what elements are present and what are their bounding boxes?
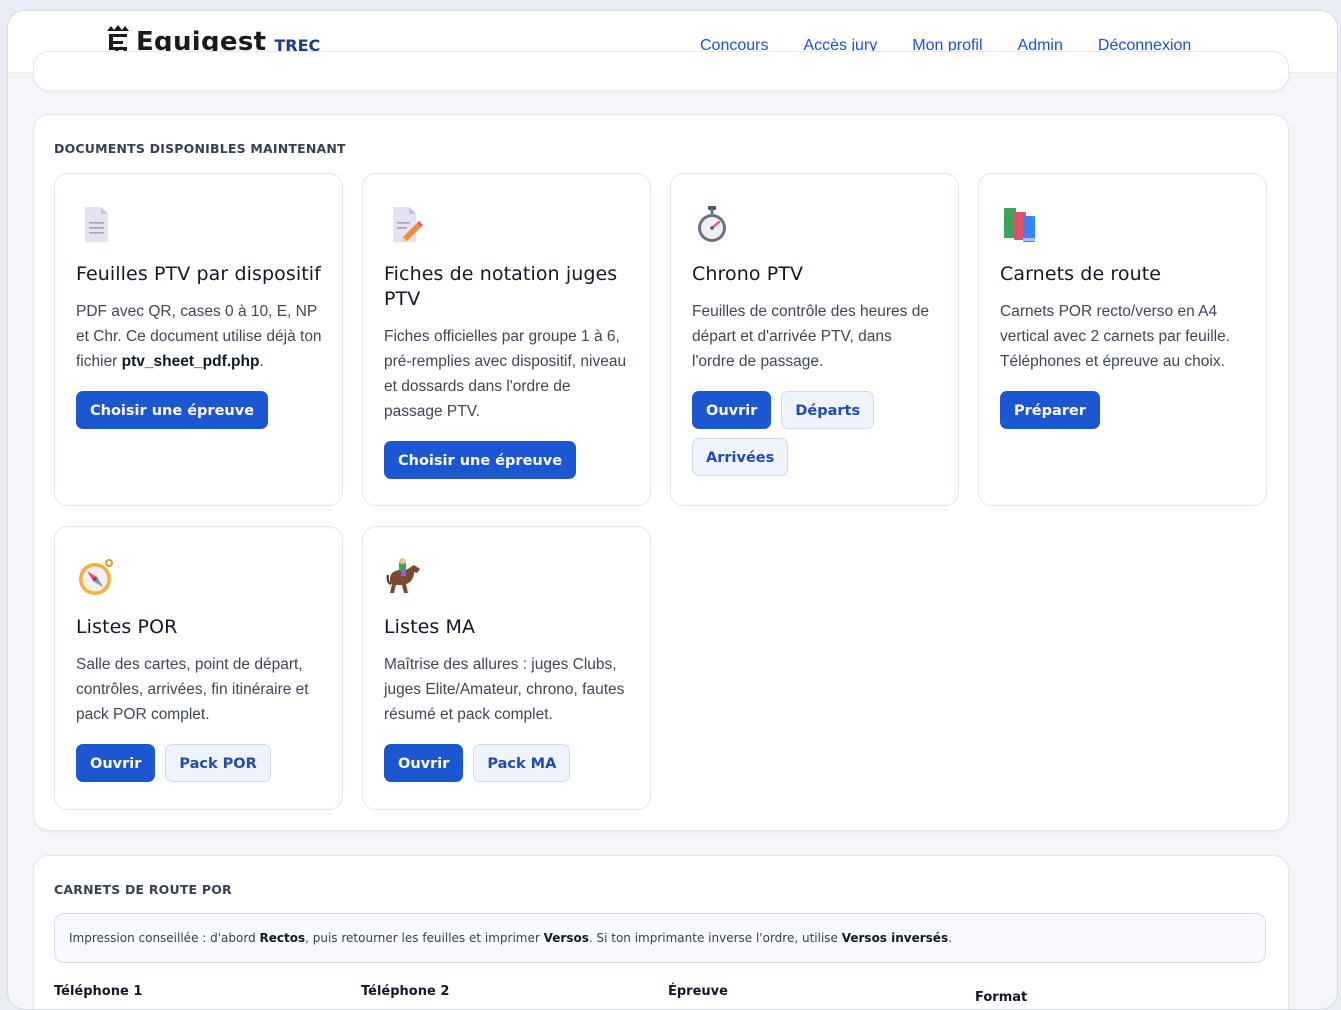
card-chrono-ptv: Chrono PTV Feuilles de contrôle des heur… (670, 173, 959, 506)
document-icon (85, 207, 108, 242)
info-rectos: Rectos (259, 931, 306, 945)
ouvrir-button[interactable]: Ouvrir (384, 744, 464, 782)
card-carnets-route: Carnets de route Carnets POR recto/verso… (978, 173, 1267, 506)
departs-button[interactable]: Départs (781, 391, 875, 429)
carnets-section-title: CARNETS DE ROUTE POR (54, 882, 232, 897)
compass-icon (79, 559, 113, 595)
card-actions: Ouvrir Pack POR (76, 744, 322, 782)
card-actions: Choisir une épreuve (76, 391, 322, 429)
info-text: , puis retourner les feuilles et imprime… (305, 931, 544, 945)
horse-racing-icon (386, 558, 420, 593)
card-title: Chrono PTV (692, 263, 804, 285)
info-text: . (948, 931, 952, 945)
info-versos-inverses: Versos inversés (841, 931, 949, 945)
documents-panel: DOCUMENTS DISPONIBLES MAINTENANT Feuille… (33, 114, 1289, 831)
print-info-box: Impression conseillée : d'abord Rectos, … (54, 913, 1266, 963)
memo-pencil-icon (393, 207, 423, 242)
choisir-epreuve-button[interactable]: Choisir une épreuve (76, 391, 269, 429)
card-fiches-notation: Fiches de notation juges PTV Fiches offi… (362, 173, 651, 506)
card-description-end: . (259, 353, 264, 370)
ouvrir-button[interactable]: Ouvrir (692, 391, 772, 429)
card-description: PDF avec QR, cases 0 à 10, E, NP et Chr.… (76, 299, 322, 374)
card-description: Fiches officielles par groupe 1 à 6, pré… (384, 328, 627, 420)
card-title: Listes MA (384, 616, 476, 638)
books-icon (1004, 208, 1035, 242)
card-title: Listes POR (76, 616, 178, 638)
info-versos: Versos (543, 931, 589, 945)
card-listes-por: Listes POR Salle des cartes, point de dé… (54, 526, 343, 810)
pack-por-button[interactable]: Pack POR (165, 744, 271, 782)
card-actions: Choisir une épreuve (384, 441, 630, 479)
card-description: Salle des cartes, point de départ, contr… (76, 656, 309, 723)
card-actions: Ouvrir Départs Arrivées (692, 391, 902, 476)
card-listes-ma: Listes MA Maîtrise des allures : juges C… (362, 526, 651, 810)
card-title: Fiches de notation juges PTV (384, 263, 618, 310)
card-description: Feuilles de contrôle des heures de dépar… (692, 303, 929, 370)
card-description: Carnets POR recto/verso en A4 vertical a… (1000, 303, 1231, 370)
card-actions: Ouvrir Pack MA (384, 744, 630, 782)
documents-section-title: DOCUMENTS DISPONIBLES MAINTENANT (54, 141, 346, 156)
label-epreuve: Épreuve (668, 984, 728, 999)
label-format: Format (975, 990, 1028, 1005)
info-text: . Si ton imprimante inverse l'ordre, uti… (588, 931, 842, 945)
card-actions: Préparer (1000, 391, 1246, 429)
card-description: Maîtrise des allures : juges Clubs, juge… (384, 656, 625, 723)
card-description-filename: ptv_sheet_pdf.php (121, 353, 260, 370)
ouvrir-button[interactable]: Ouvrir (76, 744, 156, 782)
label-telephone-1: Téléphone 1 (54, 984, 143, 999)
arrivees-button[interactable]: Arrivées (692, 438, 789, 476)
label-telephone-2: Téléphone 2 (361, 984, 450, 999)
app-window: Equigest TREC Concours Accès jury Mon pr… (7, 10, 1338, 1010)
previous-panel (33, 51, 1289, 91)
stopwatch-icon (698, 206, 726, 242)
preparer-button[interactable]: Préparer (1000, 391, 1100, 429)
choisir-epreuve-button[interactable]: Choisir une épreuve (384, 441, 577, 479)
carnets-panel: CARNETS DE ROUTE POR Impression conseill… (33, 855, 1289, 1009)
card-title: Feuilles PTV par dispositif (76, 263, 321, 285)
info-text: Impression conseillée : d'abord (69, 931, 260, 945)
card-title: Carnets de route (1000, 263, 1162, 285)
card-feuilles-ptv: Feuilles PTV par dispositif PDF avec QR,… (54, 173, 343, 506)
pack-ma-button[interactable]: Pack MA (473, 744, 571, 782)
